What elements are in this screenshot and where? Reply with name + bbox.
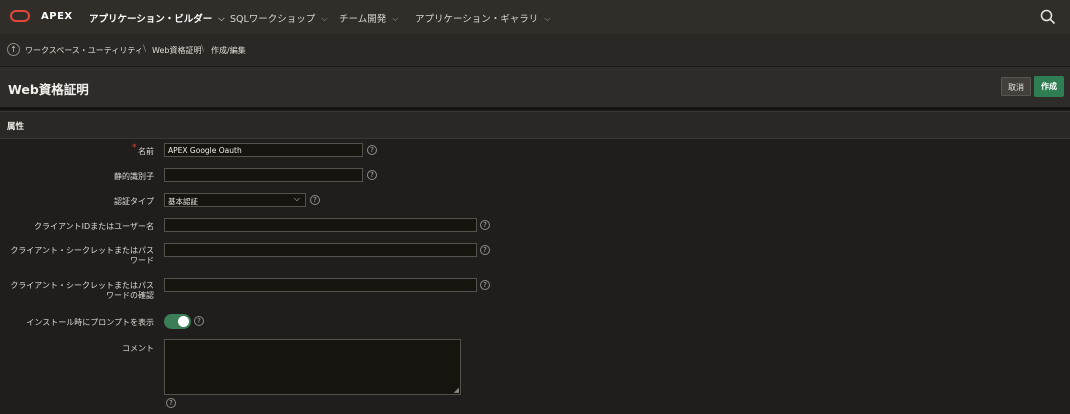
search-icon[interactable] xyxy=(1040,9,1056,25)
brand-name[interactable]: APEX xyxy=(41,11,73,22)
nav-team-development-label: チーム開発 xyxy=(339,14,387,25)
help-icon[interactable]: ? xyxy=(194,316,204,326)
chevron-down-icon: ⌵ xyxy=(293,194,300,203)
auth-type-select[interactable]: 基本認証 ⌵ xyxy=(164,193,306,207)
nav-sql-workshop[interactable]: SQLワークショップ ⌵ xyxy=(230,11,327,25)
help-icon[interactable]: ? xyxy=(480,280,490,290)
client-id-label: クライアントIDまたはユーザー名 xyxy=(33,222,154,231)
client-secret-confirm-input[interactable] xyxy=(164,278,477,292)
prompt-on-install-toggle[interactable] xyxy=(164,314,191,329)
oracle-logo-icon[interactable] xyxy=(10,10,30,22)
chevron-down-icon: ⌵ xyxy=(218,14,225,23)
nav-team-development[interactable]: チーム開発 ⌵ xyxy=(339,11,398,25)
top-navigation-bar: APEX アプリケーション・ビルダー ⌵ SQLワークショップ ⌵ チーム開発 ⌵ ア… xyxy=(0,0,1070,34)
nav-sql-workshop-label: SQLワークショップ xyxy=(230,14,316,25)
client-id-input[interactable] xyxy=(164,218,477,232)
name-input[interactable]: APEX Google Oauth xyxy=(164,143,363,157)
create-button[interactable]: 作成 xyxy=(1034,76,1064,97)
client-secret-input[interactable] xyxy=(164,243,477,257)
auth-type-value: 基本認証 xyxy=(168,197,198,206)
page-title-bar: Web資格証明 取消 作成 xyxy=(0,67,1070,110)
nav-app-builder-label: アプリケーション・ビルダー xyxy=(89,14,213,25)
chevron-down-icon: ⌵ xyxy=(544,14,551,23)
chevron-down-icon: ⌵ xyxy=(321,14,328,23)
comment-label: コメント xyxy=(122,344,154,353)
section-title: 属性 xyxy=(7,122,25,132)
breadcrumb-separator: \ xyxy=(201,44,205,54)
nav-app-gallery[interactable]: アプリケーション・ギャラリ ⌵ xyxy=(415,11,550,25)
attributes-section-header: 属性 xyxy=(0,111,1070,139)
comment-textarea[interactable]: ◢ xyxy=(164,339,461,395)
breadcrumb-web-credentials[interactable]: Web資格証明 xyxy=(152,45,201,56)
required-indicator: * xyxy=(132,143,137,153)
breadcrumb-workspace-utilities[interactable]: ワークスペース・ユーティリティ xyxy=(25,45,143,56)
nav-app-gallery-label: アプリケーション・ギャラリ xyxy=(415,14,539,25)
nav-app-builder[interactable]: アプリケーション・ビルダー ⌵ xyxy=(89,11,224,25)
help-icon[interactable]: ? xyxy=(367,170,377,180)
resize-handle-icon[interactable]: ◢ xyxy=(454,386,459,394)
static-id-label: 静的識別子 xyxy=(114,172,154,181)
breadcrumb-create-edit: 作成/編集 xyxy=(211,46,246,55)
client-secret-confirm-label: クライアント・シークレットまたはパスワードの確認 xyxy=(10,281,154,300)
static-id-input[interactable] xyxy=(164,168,363,182)
page-title: Web資格証明 xyxy=(8,82,89,97)
breadcrumb-separator: \ xyxy=(143,44,147,54)
toggle-knob xyxy=(178,316,189,327)
help-icon[interactable]: ? xyxy=(480,220,490,230)
chevron-down-icon: ⌵ xyxy=(392,14,399,23)
name-label: 名前 xyxy=(138,147,154,156)
help-icon[interactable]: ? xyxy=(310,195,320,205)
prompt-on-install-label: インストール時にプロンプトを表示 xyxy=(26,318,154,327)
cancel-button[interactable]: 取消 xyxy=(1001,77,1031,96)
help-icon[interactable]: ? xyxy=(367,145,377,155)
help-icon[interactable]: ? xyxy=(166,398,176,408)
arrow-up-icon[interactable]: ↑ xyxy=(7,43,20,56)
auth-type-label: 認証タイプ xyxy=(114,197,154,206)
help-icon[interactable]: ? xyxy=(480,245,490,255)
breadcrumb: ↑ ワークスペース・ユーティリティ \ Web資格証明 \ 作成/編集 xyxy=(0,34,1070,67)
client-secret-label: クライアント・シークレットまたはパスワード xyxy=(10,246,154,265)
